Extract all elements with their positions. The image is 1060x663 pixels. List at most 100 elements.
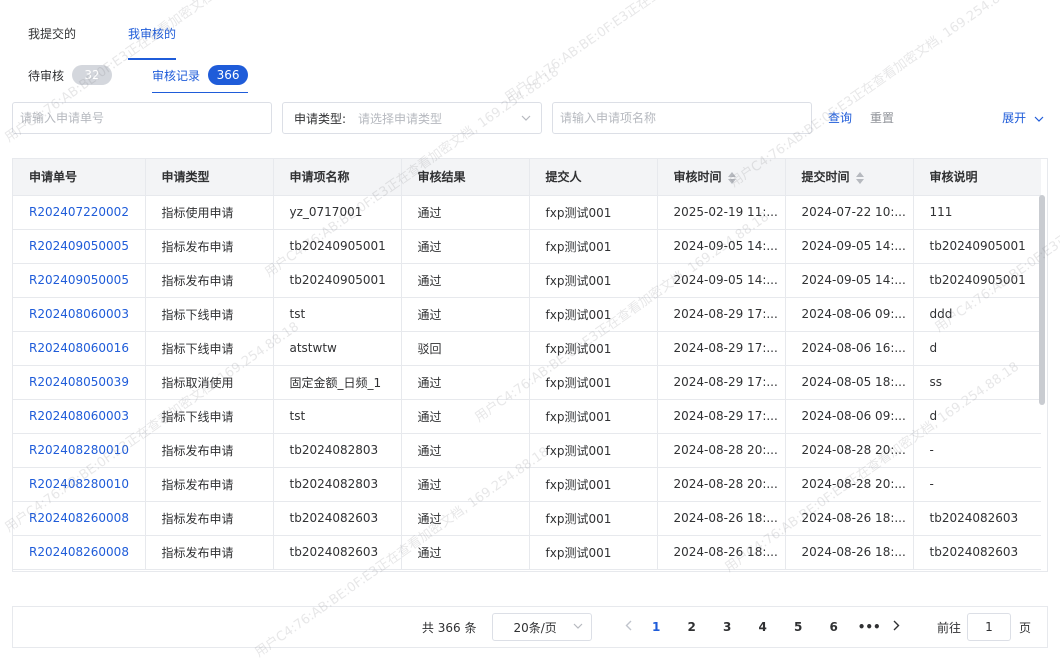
cell-submit-time: 2024-08-26 18:... <box>785 501 914 536</box>
cell-submitter: fxp测试001 <box>529 263 658 298</box>
cell-application-no[interactable]: R202408280010 <box>13 433 146 468</box>
page-3[interactable]: 3 <box>709 620 745 634</box>
table-row: R202408280010 指标发布申请 tb2024082803 通过 fxp测试00… <box>13 467 1041 502</box>
col-submitter: 提交人 <box>529 159 658 196</box>
total-count: 共 366 条 <box>421 620 477 635</box>
cell-submit-time: 2024-08-26 18:... <box>785 535 914 570</box>
expand-button[interactable]: 展开 <box>1002 102 1044 134</box>
tab-my-submitted[interactable]: 我提交的 <box>16 20 76 50</box>
cell-review-time: 2024-08-28 20:... <box>657 433 786 468</box>
tab-my-reviewed[interactable]: 我审核的 <box>116 20 177 60</box>
cell-review-time: 2025-02-19 11:... <box>657 195 786 230</box>
cell-review-result: 通过 <box>401 433 530 468</box>
page-1[interactable]: 1 <box>638 620 674 634</box>
table-row: R202407220002 指标使用申请 yz_0717001 通过 fxp测试001 2… <box>13 195 1041 230</box>
cell-submitter: fxp测试001 <box>529 229 658 264</box>
cell-application-no[interactable]: R202408280010 <box>13 467 146 502</box>
table-row: R202408060016 指标下线申请 atstwtw 驳回 fxp测试001 2024… <box>13 331 1041 366</box>
goto-page-input[interactable]: 1 <box>966 613 1011 641</box>
records-count-badge: 366 <box>208 65 249 85</box>
cell-application-type: 指标发布申请 <box>145 229 274 264</box>
page-4[interactable]: 4 <box>745 620 781 634</box>
table-row: R202409050005 指标发布申请 tb20240905001 通过 fxp测试0… <box>13 263 1041 298</box>
application-no-input[interactable] <box>20 103 271 133</box>
table-header-row: 申请单号 申请类型 申请项名称 审核结果 提交人 审核时间 提交时间 审核说明 <box>13 159 1041 196</box>
application-type-select[interactable]: 申请类型: 请选择申请类型 <box>282 102 542 134</box>
goto-label: 前往 <box>936 620 961 635</box>
cell-application-type: 指标下线申请 <box>145 297 274 332</box>
cell-review-time: 2024-08-28 20:... <box>657 467 786 502</box>
cell-review-note: d <box>913 399 1041 434</box>
table-row: R202408060003 指标下线申请 tst 通过 fxp测试001 2024-08-… <box>13 399 1041 434</box>
cell-submitter: fxp测试001 <box>529 535 658 570</box>
cell-review-note: tb20240905001 <box>913 263 1041 298</box>
cell-application-no[interactable]: R202408060016 <box>13 331 146 366</box>
cell-review-note: - <box>913 467 1041 502</box>
cell-review-time: 2024-09-05 14:... <box>657 229 786 264</box>
sort-icon[interactable] <box>855 171 864 184</box>
col-submit-time[interactable]: 提交时间 <box>785 159 914 196</box>
cell-application-type: 指标使用申请 <box>145 195 274 230</box>
page-5[interactable]: 5 <box>780 620 816 634</box>
cell-submitter: fxp测试001 <box>529 195 658 230</box>
pending-count-badge: 32 <box>72 65 113 85</box>
cell-submit-time: 2024-08-28 20:... <box>785 467 914 502</box>
cell-application-type: 指标发布申请 <box>145 263 274 298</box>
cell-review-result: 通过 <box>401 501 530 536</box>
cell-item-name: atstwtw <box>273 331 402 366</box>
cell-submit-time: 2024-08-28 20:... <box>785 433 914 468</box>
cell-review-note: ddd <box>913 297 1041 332</box>
cell-review-note: ss <box>913 365 1041 400</box>
application-type-label: 申请类型: <box>294 111 347 126</box>
page-2[interactable]: 2 <box>674 620 710 634</box>
subtab-pending[interactable]: 待审核 32 <box>28 61 113 89</box>
cell-submit-time: 2024-08-05 18:... <box>785 365 914 400</box>
cell-application-no[interactable]: R202408050039 <box>13 365 146 400</box>
cell-review-note: d <box>913 331 1041 366</box>
sort-icon[interactable] <box>727 171 736 184</box>
cell-application-no[interactable]: R202409050005 <box>13 263 146 298</box>
col-review-result: 审核结果 <box>401 159 530 196</box>
col-submit-time-label: 提交时间 <box>801 170 850 185</box>
next-page-button[interactable] <box>887 620 907 634</box>
col-application-no: 申请单号 <box>13 159 146 196</box>
subtab-records[interactable]: 审核记录 366 <box>152 61 249 93</box>
more-pages-ellipsis[interactable]: ••• <box>851 620 887 634</box>
cell-item-name: tst <box>273 297 402 332</box>
cell-item-name: tb2024082803 <box>273 433 402 468</box>
cell-application-no[interactable]: R202407220002 <box>13 195 146 230</box>
col-review-time-label: 审核时间 <box>673 170 722 185</box>
cell-application-no[interactable]: R202408260008 <box>13 535 146 570</box>
item-name-input[interactable] <box>560 103 811 133</box>
application-no-field <box>12 102 272 134</box>
cell-review-time: 2024-09-05 14:... <box>657 263 786 298</box>
page-6[interactable]: 6 <box>816 620 852 634</box>
reset-button[interactable]: 重置 <box>870 102 894 134</box>
cell-submit-time: 2024-09-05 14:... <box>785 263 914 298</box>
page-size-select[interactable]: 20条/页 <box>492 613 593 641</box>
cell-submit-time: 2024-09-05 14:... <box>785 229 914 264</box>
table-row: R202408050039 指标取消使用 固定金额_日频_1 通过 fxp测试001 20… <box>13 365 1041 400</box>
cell-review-note: 111 <box>913 195 1041 230</box>
cell-review-time: 2024-08-29 17:... <box>657 297 786 332</box>
cell-submitter: fxp测试001 <box>529 467 658 502</box>
page-size-value: 20条/页 <box>513 620 557 635</box>
col-review-time[interactable]: 审核时间 <box>657 159 786 196</box>
cell-submitter: fxp测试001 <box>529 501 658 536</box>
cell-review-result: 通过 <box>401 467 530 502</box>
cell-application-no[interactable]: R202409050005 <box>13 229 146 264</box>
table-scrollbar[interactable] <box>1039 195 1045 405</box>
query-button[interactable]: 查询 <box>828 102 852 134</box>
prev-page-button[interactable] <box>618 620 638 634</box>
cell-review-result: 通过 <box>401 535 530 570</box>
cell-application-no[interactable]: R202408260008 <box>13 501 146 536</box>
cell-review-note: - <box>913 433 1041 468</box>
table-row: R202408280010 指标发布申请 tb2024082803 通过 fxp测试00… <box>13 433 1041 468</box>
table-row: R202408060003 指标下线申请 tst 通过 fxp测试001 2024-08-… <box>13 297 1041 332</box>
cell-application-no[interactable]: R202408060003 <box>13 399 146 434</box>
cell-submit-time: 2024-08-06 09:... <box>785 399 914 434</box>
cell-application-no[interactable]: R202408060003 <box>13 297 146 332</box>
table-row: R202408260008 指标发布申请 tb2024082603 通过 fxp测试00… <box>13 501 1041 536</box>
cell-submitter: fxp测试001 <box>529 433 658 468</box>
chevron-left-icon <box>625 620 632 631</box>
